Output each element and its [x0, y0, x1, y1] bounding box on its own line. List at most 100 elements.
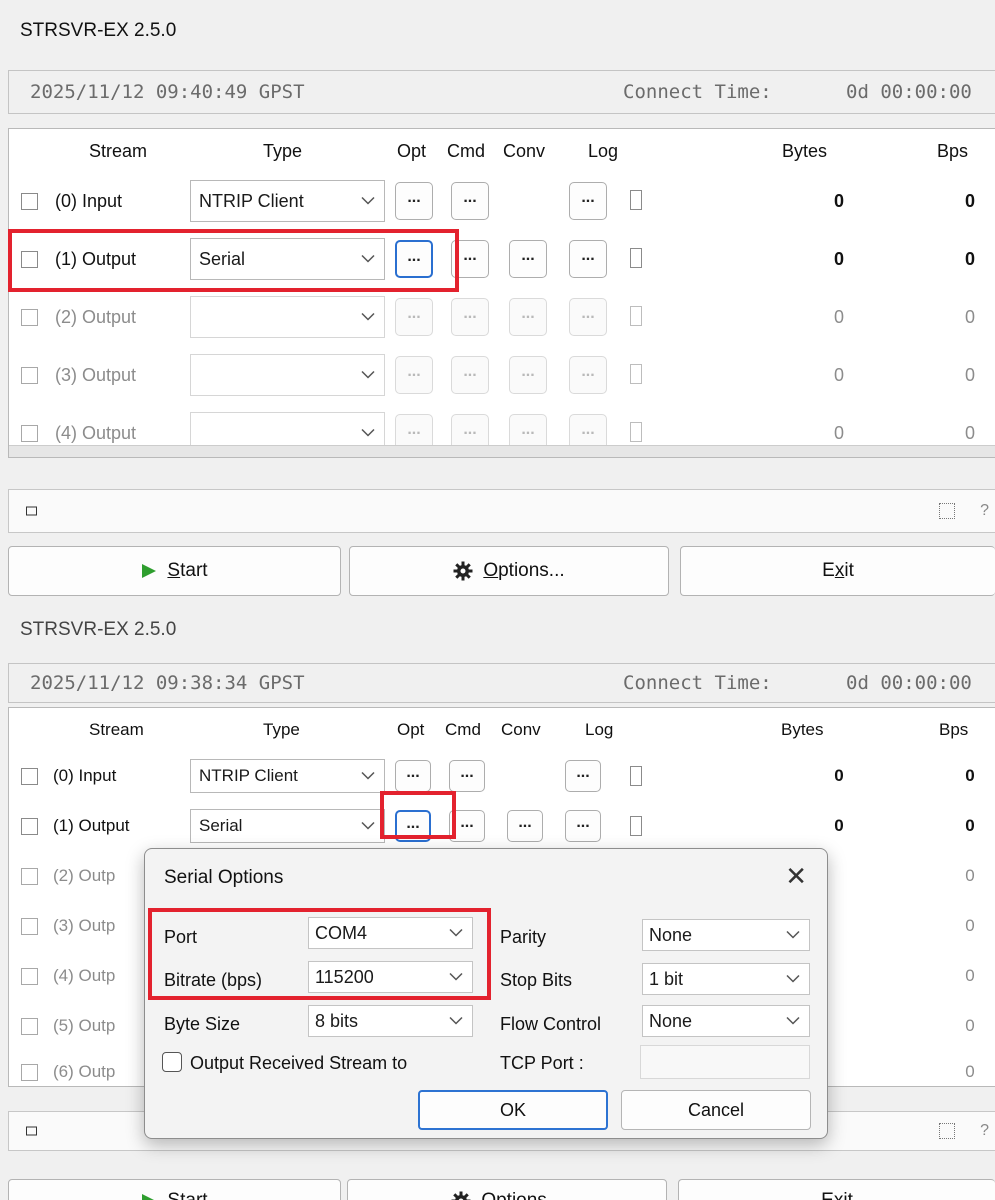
exit-button[interactable]: Exit — [678, 1179, 995, 1200]
panel-toggle[interactable] — [26, 1126, 37, 1136]
opt-button[interactable]: ... — [395, 298, 433, 336]
help-icon[interactable]: ? — [980, 1122, 989, 1140]
log-checkbox[interactable] — [630, 364, 642, 384]
stream-checkbox[interactable] — [21, 768, 38, 785]
byte-size-select[interactable]: 8 bits — [308, 1005, 473, 1037]
header-bytes: Bytes — [782, 141, 828, 161]
stop-bits-select[interactable]: 1 bit — [642, 963, 810, 995]
header-opt: Opt — [397, 720, 425, 739]
close-icon[interactable]: ✕ — [785, 863, 807, 889]
cmd-button[interactable]: ... — [451, 240, 489, 278]
type-select[interactable]: Serial — [190, 238, 385, 280]
opt-button[interactable]: ... — [395, 240, 433, 278]
start-button[interactable]: Start — [8, 546, 341, 596]
trace-icon[interactable] — [939, 503, 955, 519]
header-opt: Opt — [397, 141, 427, 161]
ok-button[interactable]: OK — [418, 1090, 608, 1130]
stream-checkbox[interactable] — [21, 367, 38, 384]
bitrate-value: 115200 — [315, 966, 374, 987]
stream-checkbox[interactable] — [21, 818, 38, 835]
stream-checkbox[interactable] — [21, 251, 38, 268]
port-select[interactable]: COM4 — [308, 917, 473, 949]
opt-button[interactable]: ... — [395, 760, 431, 792]
parity-label: Parity — [500, 927, 547, 947]
bps-value: 0 — [964, 365, 975, 385]
cancel-button[interactable]: Cancel — [621, 1090, 811, 1130]
type-select[interactable]: NTRIP Client — [190, 180, 385, 222]
cmd-button[interactable]: ... — [451, 182, 489, 220]
horizontal-scrollbar[interactable] — [9, 445, 995, 457]
log-checkbox[interactable] — [630, 190, 642, 210]
log-checkbox[interactable] — [630, 422, 642, 442]
header-log: Log — [588, 141, 619, 161]
type-select[interactable] — [190, 296, 385, 338]
gear-icon — [453, 561, 473, 581]
help-icon[interactable]: ? — [980, 502, 989, 520]
cmd-button[interactable]: ... — [451, 356, 489, 394]
gear-icon — [451, 1191, 471, 1200]
log-button[interactable]: ... — [569, 356, 607, 394]
trace-icon[interactable] — [939, 1123, 955, 1139]
bytes-value: 0 — [833, 365, 844, 385]
conv-button[interactable]: ... — [509, 240, 547, 278]
start-label-ul: S — [167, 1190, 180, 1200]
status-bar: 2025/11/12 09:38:34 GPST Connect Time: 0… — [8, 663, 995, 703]
tcp-port-input[interactable] — [640, 1045, 810, 1079]
type-select[interactable]: NTRIP Client — [190, 759, 385, 793]
stream-table: Stream Type Opt Cmd Conv Log Bytes Bps (… — [8, 128, 995, 458]
stream-row-1: (1) Output Serial ... ... ... ... 0 0 — [9, 231, 995, 289]
log-button[interactable]: ... — [569, 298, 607, 336]
conv-button[interactable]: ... — [509, 298, 547, 336]
opt-button[interactable]: ... — [395, 356, 433, 394]
flow-control-select[interactable]: None — [642, 1005, 810, 1037]
port-label: Port — [164, 927, 198, 947]
options-button[interactable]: Options... — [349, 546, 669, 596]
options-label-ul: O — [483, 560, 499, 581]
opt-button[interactable]: ... — [395, 182, 433, 220]
stream-checkbox[interactable] — [21, 1018, 38, 1035]
stream-checkbox[interactable] — [21, 193, 38, 210]
stream-checkbox[interactable] — [21, 309, 38, 326]
opt-button[interactable]: ... — [395, 810, 431, 842]
start-button[interactable]: Start — [8, 1179, 341, 1200]
stream-checkbox[interactable] — [21, 968, 38, 985]
log-checkbox[interactable] — [630, 816, 642, 836]
log-checkbox[interactable] — [630, 306, 642, 326]
conv-button[interactable]: ... — [509, 356, 547, 394]
cmd-button[interactable]: ... — [449, 760, 485, 792]
type-value: NTRIP Client — [199, 766, 298, 785]
output-received-checkbox[interactable] — [162, 1052, 182, 1072]
parity-value: None — [649, 924, 693, 945]
log-button[interactable]: ... — [569, 182, 607, 220]
dialog-title: Serial Options — [164, 867, 284, 888]
chevron-down-icon — [786, 1016, 800, 1025]
stream-checkbox[interactable] — [21, 425, 38, 442]
connect-time-value: 0d 00:00:00 — [846, 672, 972, 694]
type-select[interactable] — [190, 354, 385, 396]
log-checkbox[interactable] — [630, 248, 642, 268]
stream-checkbox[interactable] — [21, 918, 38, 935]
header-conv: Conv — [503, 141, 546, 161]
cmd-button[interactable]: ... — [451, 298, 489, 336]
exit-button[interactable]: Exit — [680, 546, 995, 596]
exit-label-post: it — [843, 1190, 853, 1200]
parity-select[interactable]: None — [642, 919, 810, 951]
log-button[interactable]: ... — [565, 810, 601, 842]
panel-toggle[interactable] — [26, 506, 37, 516]
stream-checkbox[interactable] — [21, 1064, 38, 1081]
log-button[interactable]: ... — [565, 760, 601, 792]
port-value: COM4 — [315, 922, 368, 943]
log-button[interactable]: ... — [569, 240, 607, 278]
stream-label: (1) Output — [55, 249, 137, 269]
options-button[interactable]: Options... — [347, 1179, 667, 1200]
conv-button[interactable]: ... — [507, 810, 543, 842]
stream-checkbox[interactable] — [21, 868, 38, 885]
log-checkbox[interactable] — [630, 766, 642, 786]
cmd-button[interactable]: ... — [449, 810, 485, 842]
bitrate-select[interactable]: 115200 — [308, 961, 473, 993]
type-value: NTRIP Client — [199, 190, 304, 211]
bps-value: 0 — [965, 1062, 975, 1081]
type-select[interactable]: Serial — [190, 809, 385, 843]
bps-value: 0 — [964, 191, 975, 211]
chevron-down-icon — [449, 1016, 463, 1025]
